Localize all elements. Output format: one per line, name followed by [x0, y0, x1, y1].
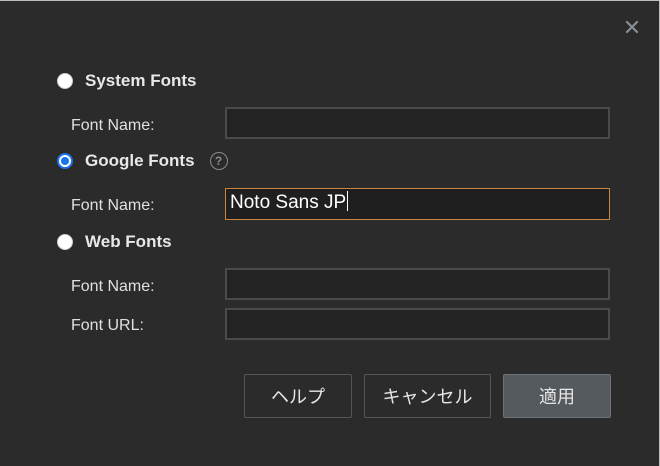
web-font-url-input[interactable] — [225, 308, 610, 340]
web-fonts-label[interactable]: Web Fonts — [85, 232, 172, 252]
help-circle-icon[interactable]: ? — [209, 152, 228, 170]
system-fonts-label[interactable]: System Fonts — [85, 71, 196, 91]
system-fonts-radio[interactable] — [57, 73, 73, 89]
font-dialog: System Fonts Font Name: Google Fonts ? F… — [0, 0, 660, 466]
close-icon — [625, 20, 639, 39]
cancel-button[interactable]: キャンセル — [364, 374, 491, 418]
google-font-name-input[interactable]: Noto Sans JP — [225, 188, 610, 220]
apply-button[interactable]: 適用 — [503, 374, 611, 418]
web-font-name-label: Font Name: — [71, 278, 155, 295]
close-button[interactable] — [622, 19, 642, 39]
text-caret — [347, 191, 349, 211]
google-font-name-label: Font Name: — [71, 197, 155, 214]
system-fonts-option[interactable]: System Fonts — [57, 71, 196, 91]
web-fonts-radio[interactable] — [57, 234, 73, 250]
system-font-name-input[interactable] — [225, 107, 610, 139]
google-fonts-radio[interactable] — [57, 153, 73, 169]
web-font-url-label: Font URL: — [71, 317, 144, 334]
google-fonts-option[interactable]: Google Fonts ? — [57, 151, 228, 171]
web-font-name-input[interactable] — [225, 268, 610, 300]
system-font-name-label: Font Name: — [71, 117, 155, 134]
help-button[interactable]: ヘルプ — [244, 374, 352, 418]
web-fonts-option[interactable]: Web Fonts — [57, 232, 172, 252]
google-font-name-value: Noto Sans JP — [230, 192, 347, 213]
google-fonts-label[interactable]: Google Fonts — [85, 151, 195, 171]
